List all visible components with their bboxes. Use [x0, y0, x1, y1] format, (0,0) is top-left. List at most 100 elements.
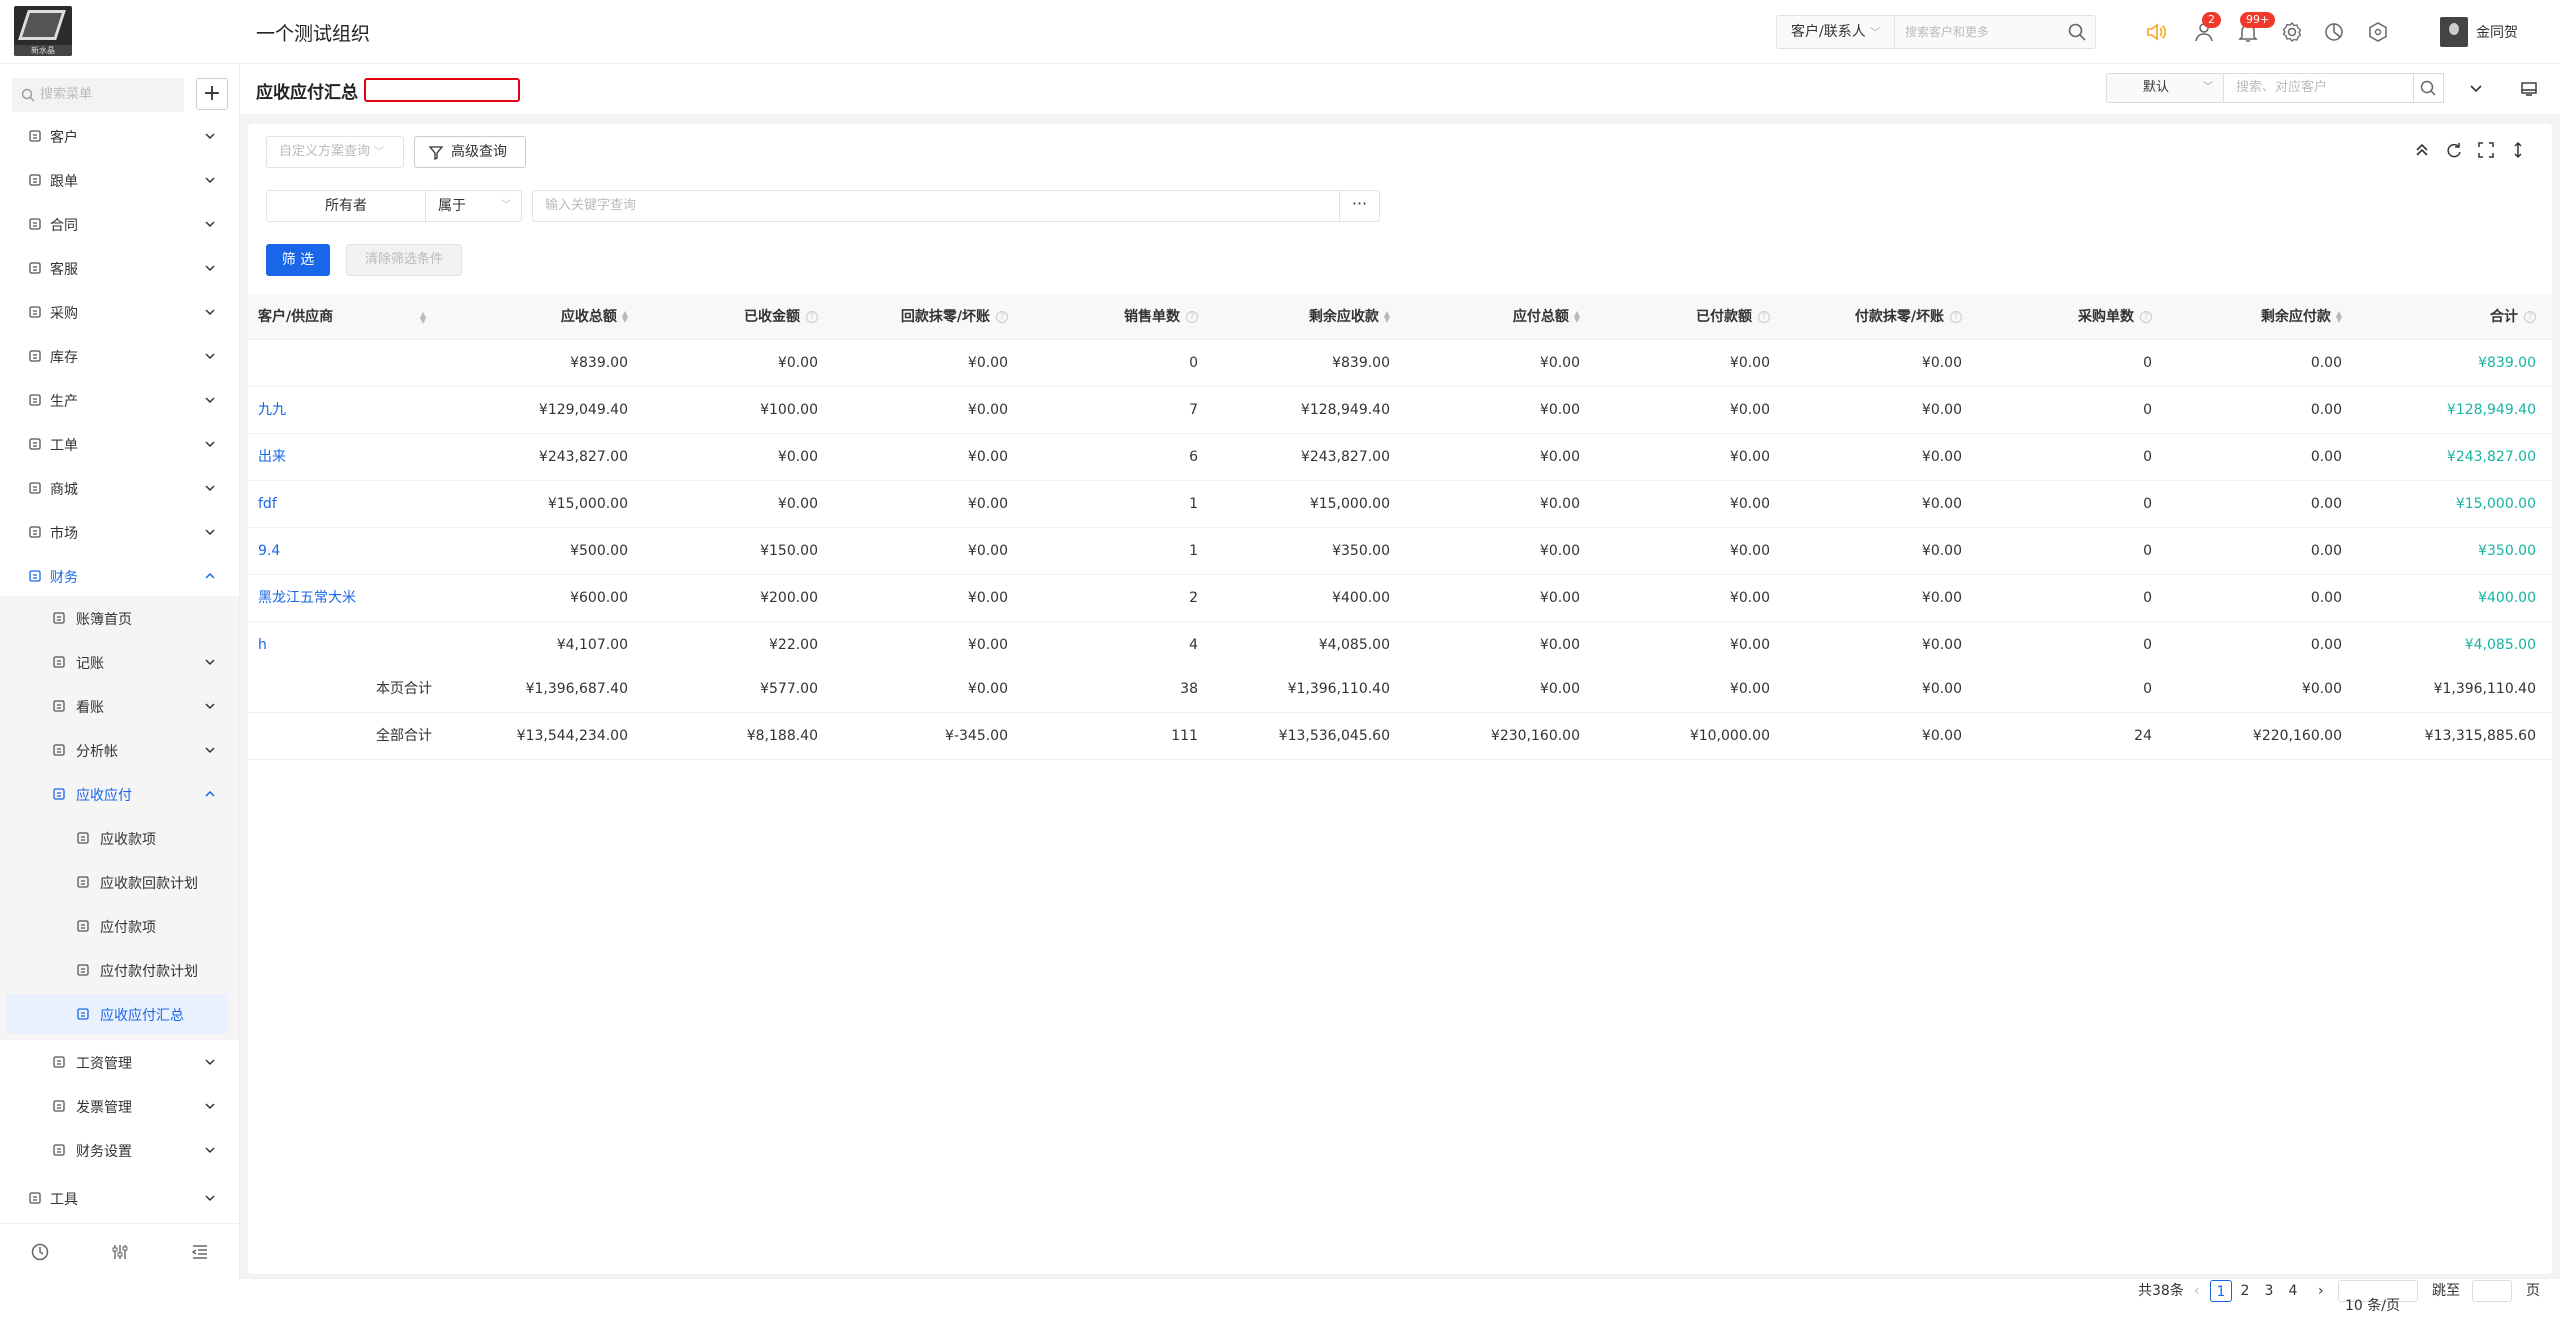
filter-settings-icon[interactable]	[110, 1242, 130, 1262]
column-header[interactable]: 客户/供应商 ▲ ▼	[258, 294, 438, 340]
partner-link[interactable]: 黑龙江五常大米	[258, 575, 356, 622]
help-icon[interactable]: ?	[2524, 311, 2536, 323]
partner-link[interactable]: h	[258, 622, 267, 666]
sidebar-subitem[interactable]: 看账	[0, 686, 239, 726]
add-menu-button[interactable]: +	[196, 78, 228, 110]
scheme-select[interactable]: 自定义方案查询 ﹀	[266, 136, 404, 168]
sort-icon[interactable]: ▲ ▼	[622, 310, 628, 324]
jump-input[interactable]	[2472, 1280, 2512, 1302]
sidebar-item-shop[interactable]: 商城	[0, 468, 239, 508]
page-number[interactable]: 1	[2210, 1280, 2232, 1302]
help-icon[interactable]: ?	[806, 311, 818, 323]
help-icon[interactable]: ?	[1950, 311, 1962, 323]
view-search-input[interactable]: 搜索、对应客户	[2224, 73, 2414, 103]
table-body[interactable]: ¥839.00 ¥0.00 ¥0.00 0 ¥839.00 ¥0.00 ¥0.00 ¥0.00…	[248, 340, 2552, 666]
cube-icon[interactable]	[2366, 20, 2390, 44]
page-number[interactable]: 3	[2258, 1280, 2280, 1302]
sidebar-item-market[interactable]: 市场	[0, 512, 239, 552]
sidebar-subitem[interactable]: 发票管理	[0, 1086, 239, 1126]
sidebar-ar-item[interactable]: 应收款项	[6, 818, 228, 858]
chevron-down-icon[interactable]	[2468, 81, 2484, 97]
refresh-icon[interactable]	[2444, 140, 2464, 160]
sidebar-item-customer[interactable]: 客户	[0, 116, 239, 156]
page-size-select[interactable]: 10 条/页	[2338, 1280, 2418, 1314]
partner-link[interactable]: 出来	[258, 434, 286, 481]
sidebar-ar-item[interactable]: 应收款回款计划	[6, 862, 228, 902]
view-select[interactable]: 默认 ﹀	[2106, 73, 2224, 103]
clear-filter-button[interactable]: 清除筛选条件	[346, 244, 462, 276]
more-button[interactable]: ···	[1340, 190, 1380, 222]
table-row[interactable]: fdf ¥15,000.00 ¥0.00 ¥0.00 1 ¥15,000.00 ¥0.00 ¥…	[248, 481, 2552, 528]
owner-field-select[interactable]: 所有者	[266, 190, 426, 222]
partner-link[interactable]: 九九	[258, 387, 286, 434]
search-icon[interactable]	[2067, 22, 2087, 42]
sidebar-subitem[interactable]: 应收应付	[0, 774, 239, 814]
collapse-menu-icon[interactable]	[190, 1242, 210, 1262]
advanced-query-button[interactable]: 高级查询	[414, 136, 526, 168]
partner-link[interactable]: 9.4	[258, 528, 280, 575]
sidebar-subitem[interactable]: 分析帐	[0, 730, 239, 770]
table-row[interactable]: ¥839.00 ¥0.00 ¥0.00 0 ¥839.00 ¥0.00 ¥0.00 ¥0.00…	[248, 340, 2552, 387]
history-icon[interactable]	[30, 1242, 50, 1262]
sort-icon[interactable]: ▲ ▼	[1574, 310, 1580, 324]
menu-search-input[interactable]: 搜索菜单	[12, 78, 184, 112]
sidebar-item-production[interactable]: 生产	[0, 380, 239, 420]
view-search-button[interactable]	[2414, 73, 2444, 103]
table-row[interactable]: 出来 ¥243,827.00 ¥0.00 ¥0.00 6 ¥243,827.00 ¥0.00…	[248, 434, 2552, 481]
sidebar-ar-item[interactable]: 应付款项	[6, 906, 228, 946]
help-icon[interactable]: ?	[1186, 311, 1198, 323]
column-header[interactable]: 应付总额 ▲ ▼	[1513, 294, 1580, 340]
sidebar-subitem[interactable]: 财务设置	[0, 1130, 239, 1170]
prev-page-icon[interactable]: ‹	[2194, 1280, 2200, 1302]
sidebar-item-inventory[interactable]: 库存	[0, 336, 239, 376]
logo[interactable]: 新水晶	[14, 6, 72, 56]
table-row[interactable]: h ¥4,107.00 ¥22.00 ¥0.00 4 ¥4,085.00 ¥0.00 ¥0.0…	[248, 622, 2552, 666]
operator-select[interactable]: 属于 ﹀	[426, 190, 522, 222]
org-name[interactable]: 一个测试组织	[256, 19, 370, 46]
column-header[interactable]: 剩余应收款 ▲ ▼	[1309, 294, 1390, 340]
search-category-select[interactable]: 客户/联系人 ﹀	[1777, 16, 1895, 48]
monitor-icon[interactable]	[2520, 80, 2538, 98]
speaker-icon[interactable]	[2144, 20, 2168, 44]
sidebar-item-tools[interactable]: 工具	[0, 1178, 239, 1218]
column-header[interactable]: 应收总额 ▲ ▼	[561, 294, 628, 340]
sort-icon[interactable]: ▲ ▼	[2336, 310, 2342, 324]
keyword-input[interactable]: 输入关键字查询	[532, 190, 1340, 222]
global-search-input[interactable]: 搜索客户和更多	[1905, 16, 2065, 48]
sort-icon[interactable]: ▲ ▼	[420, 311, 426, 325]
sidebar-subitem[interactable]: 工资管理	[0, 1042, 239, 1082]
ledger-icon	[52, 787, 66, 801]
sidebar-subitem[interactable]: 记账	[0, 642, 239, 682]
sidebar-item-contract[interactable]: 合同	[0, 204, 239, 244]
sidebar-item-follow[interactable]: 跟单	[0, 160, 239, 200]
page-number[interactable]: 4	[2282, 1280, 2304, 1302]
sidebar-item-finance[interactable]: 财务	[0, 556, 239, 596]
collapse-up-icon[interactable]	[2412, 140, 2432, 160]
help-icon[interactable]: ?	[996, 311, 1008, 323]
table-row[interactable]: 9.4 ¥500.00 ¥150.00 ¥0.00 1 ¥350.00 ¥0.00 ¥0.00…	[248, 528, 2552, 575]
next-page-icon[interactable]: ›	[2318, 1280, 2324, 1302]
sidebar-item-workorder[interactable]: 工单	[0, 424, 239, 464]
partner-link[interactable]: fdf	[258, 481, 277, 528]
table-row[interactable]: 黑龙江五常大米 ¥600.00 ¥200.00 ¥0.00 2 ¥400.00 ¥0.00 ¥…	[248, 575, 2552, 622]
sort-icon[interactable]: ▲ ▼	[1384, 310, 1390, 324]
sidebar-subitem[interactable]: 账簿首页	[0, 598, 239, 638]
sidebar-item-service[interactable]: 客服	[0, 248, 239, 288]
help-icon[interactable]: ?	[2140, 311, 2152, 323]
fullscreen-icon[interactable]	[2476, 140, 2496, 160]
avatar[interactable]	[2440, 17, 2468, 47]
user-name[interactable]: 金同贺	[2476, 22, 2518, 42]
row-height-icon[interactable]	[2508, 140, 2528, 160]
sidebar-ar-item-label: 应收款项	[100, 832, 156, 848]
help-icon[interactable]: ?	[1758, 311, 1770, 323]
sidebar-ar-item[interactable]: 应收应付汇总	[6, 994, 228, 1034]
column-header[interactable]: 剩余应付款 ▲ ▼	[2261, 294, 2342, 340]
sidebar-item-purchase[interactable]: 采购	[0, 292, 239, 332]
table-cell: ¥0.00	[1539, 402, 1580, 418]
gear-icon[interactable]	[2280, 20, 2304, 44]
filter-button[interactable]: 筛 选	[266, 244, 330, 276]
sidebar-ar-item[interactable]: 应付款付款计划	[6, 950, 228, 990]
page-number[interactable]: 2	[2234, 1280, 2256, 1302]
table-row[interactable]: 九九 ¥129,049.40 ¥100.00 ¥0.00 7 ¥128,949.40 ¥0.…	[248, 387, 2552, 434]
chart-icon[interactable]	[2322, 20, 2346, 44]
